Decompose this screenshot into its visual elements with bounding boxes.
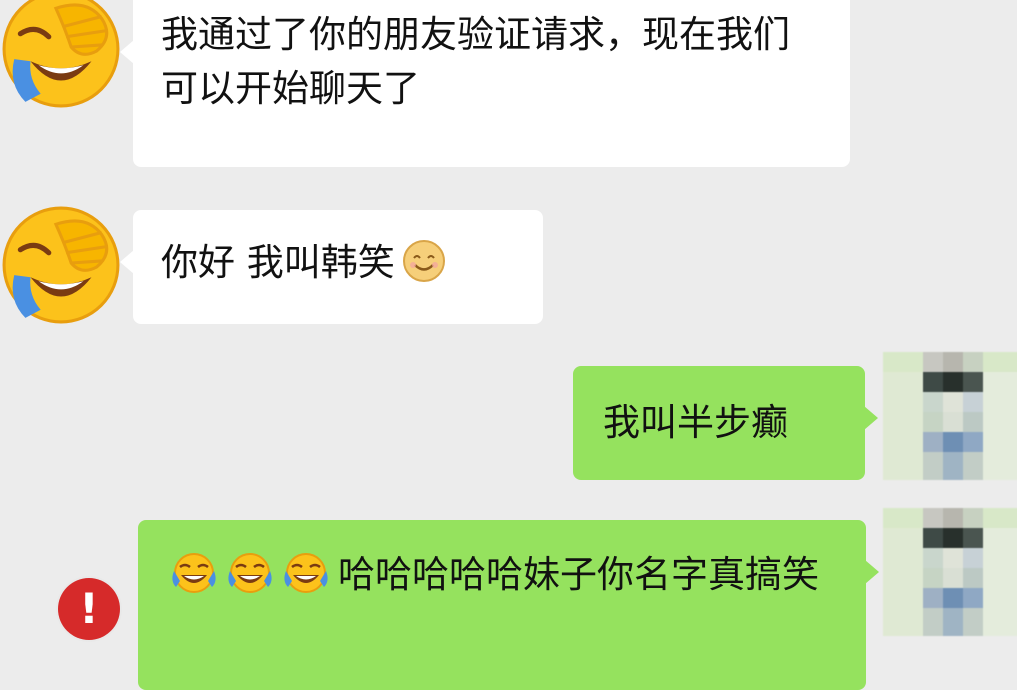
message-text: 哈哈哈哈哈妹子你名字真搞笑 bbox=[338, 553, 819, 596]
self-avatar[interactable] bbox=[883, 508, 1017, 636]
incoming-message-bubble[interactable]: 我通过了你的朋友验证请求，现在我们可以开始聊天了 bbox=[120, 0, 850, 167]
outgoing-message-bubble[interactable]: 哈哈哈哈哈妹子你名字真搞笑 bbox=[138, 520, 879, 690]
smile-icon bbox=[401, 238, 447, 284]
outgoing-message-bubble[interactable]: 我叫半步癫 bbox=[573, 366, 878, 480]
contact-avatar-icon[interactable] bbox=[0, 204, 122, 326]
send-failed-icon[interactable]: ! bbox=[58, 578, 120, 640]
message-text: 你好 我叫韩笑 bbox=[161, 241, 395, 284]
contact-avatar-icon[interactable] bbox=[0, 0, 122, 110]
laugh-icon bbox=[170, 551, 218, 595]
laugh-icon bbox=[282, 551, 330, 595]
message-text: 我通过了你的朋友验证请求，现在我们可以开始聊天了 bbox=[161, 13, 790, 110]
laugh-icon bbox=[226, 551, 274, 595]
incoming-message-bubble[interactable]: 你好 我叫韩笑 bbox=[120, 210, 543, 324]
message-text: 我叫半步癫 bbox=[603, 401, 788, 444]
self-avatar[interactable] bbox=[883, 352, 1017, 480]
